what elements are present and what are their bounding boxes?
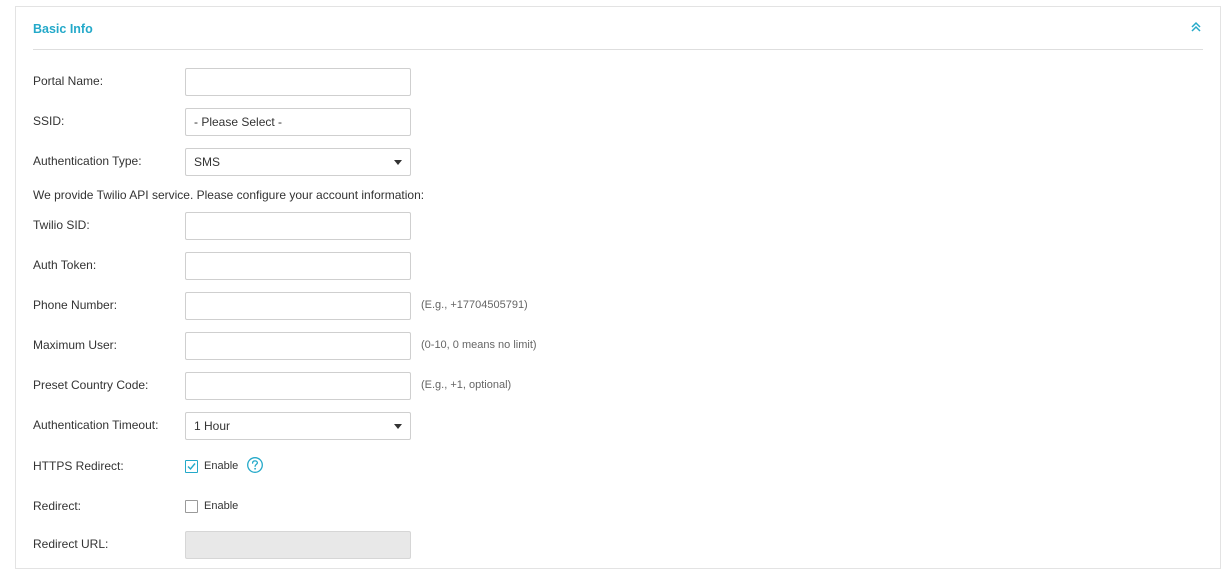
double-chevron-up-icon[interactable] xyxy=(1189,19,1203,35)
portal-name-label: Portal Name: xyxy=(33,74,104,88)
auth-token-input[interactable] xyxy=(185,252,411,280)
https-redirect-enable-label[interactable]: Enable xyxy=(204,460,238,472)
ssid-label: SSID: xyxy=(33,114,65,128)
twilio-sid-label: Twilio SID: xyxy=(33,218,90,232)
auth-type-select-value: SMS xyxy=(194,155,221,169)
country-code-label: Preset Country Code: xyxy=(33,378,149,392)
question-circle-icon[interactable] xyxy=(246,456,264,474)
redirect-label: Redirect: xyxy=(33,499,82,513)
caret-down-icon xyxy=(394,424,402,429)
ssid-select[interactable]: - Please Select - xyxy=(185,108,411,136)
auth-token-label: Auth Token: xyxy=(33,258,97,272)
basic-info-panel: Basic Info Portal Name: SSID: - Please S… xyxy=(15,6,1221,569)
caret-down-icon xyxy=(394,160,402,165)
country-code-input[interactable] xyxy=(185,372,411,400)
auth-timeout-select[interactable]: 1 Hour xyxy=(185,412,411,440)
twilio-info-text: We provide Twilio API service. Please co… xyxy=(33,188,425,202)
redirect-checkbox[interactable] xyxy=(185,500,198,513)
portal-name-input[interactable] xyxy=(185,68,411,96)
auth-timeout-label: Authentication Timeout: xyxy=(33,418,159,432)
auth-type-select[interactable]: SMS xyxy=(185,148,411,176)
panel-header: Basic Info xyxy=(33,7,1203,50)
phone-number-input[interactable] xyxy=(185,292,411,320)
country-code-hint: (E.g., +1, optional) xyxy=(421,379,512,391)
auth-timeout-select-value: 1 Hour xyxy=(194,419,231,433)
phone-number-hint: (E.g., +17704505791) xyxy=(421,299,528,311)
auth-type-label: Authentication Type: xyxy=(33,154,142,168)
max-user-hint: (0-10, 0 means no limit) xyxy=(421,339,537,351)
twilio-sid-input[interactable] xyxy=(185,212,411,240)
redirect-url-input xyxy=(185,531,411,559)
redirect-url-label: Redirect URL: xyxy=(33,537,109,551)
max-user-label: Maximum User: xyxy=(33,338,118,352)
panel-title: Basic Info xyxy=(33,22,93,36)
phone-number-label: Phone Number: xyxy=(33,298,118,312)
https-redirect-checkbox[interactable] xyxy=(185,460,198,473)
ssid-select-value: - Please Select - xyxy=(194,115,283,129)
https-redirect-label: HTTPS Redirect: xyxy=(33,459,124,473)
max-user-input[interactable] xyxy=(185,332,411,360)
checkmark-icon xyxy=(187,463,196,471)
redirect-enable-label[interactable]: Enable xyxy=(204,500,238,512)
